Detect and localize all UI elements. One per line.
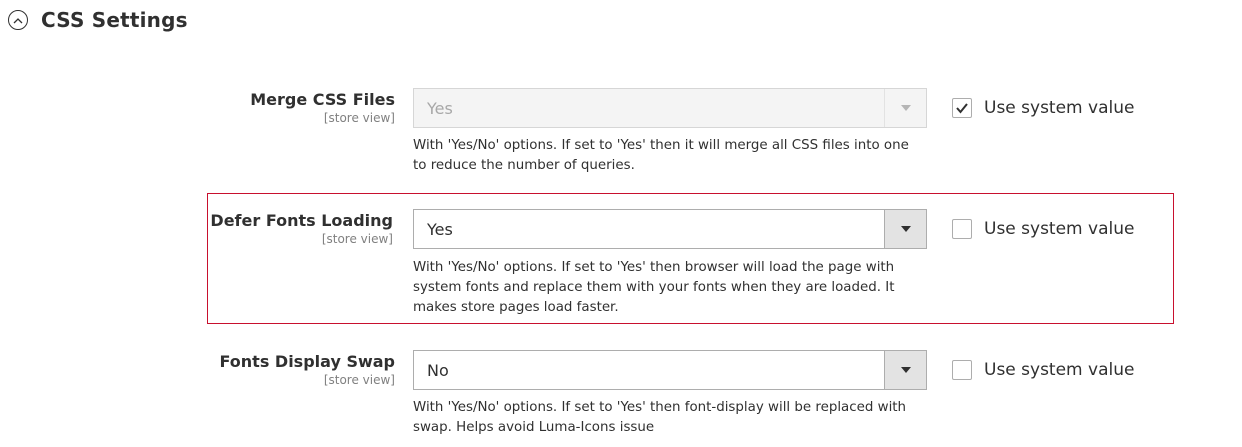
field-row-merge-css: Merge CSS Files [store view] Yes With 'Y… xyxy=(0,88,1242,183)
use-system-value-defer-fonts[interactable]: Use system value xyxy=(952,219,1134,239)
use-system-value-label: Use system value xyxy=(984,219,1135,239)
checkbox[interactable] xyxy=(952,360,972,380)
use-system-value-label: Use system value xyxy=(984,98,1135,118)
chevron-up-icon[interactable] xyxy=(8,10,28,30)
scope-label: [store view] xyxy=(323,373,395,387)
section-title: CSS Settings xyxy=(41,8,188,32)
scope-label: [store view] xyxy=(323,111,395,125)
checkbox[interactable] xyxy=(952,219,972,239)
checkbox[interactable] xyxy=(952,98,972,118)
field-row-fonts-display-swap: Fonts Display Swap [store view] No With … xyxy=(0,350,1242,447)
select-value: Yes xyxy=(427,98,453,118)
field-note: With 'Yes/No' options. If set to 'Yes' t… xyxy=(413,400,907,435)
field-label: Defer Fonts Loading xyxy=(210,211,393,230)
dropdown-arrow-icon xyxy=(884,210,926,248)
field-note: With 'Yes/No' options. If set to 'Yes' t… xyxy=(413,260,895,315)
field-label-block: Defer Fonts Loading [store view] xyxy=(133,211,393,246)
config-page: CSS Settings Merge CSS Files [store view… xyxy=(0,0,1242,447)
select-value: No xyxy=(427,360,449,380)
css-settings-section-header[interactable]: CSS Settings xyxy=(8,8,188,32)
use-system-value-label: Use system value xyxy=(984,360,1135,380)
merge-css-select[interactable]: Yes xyxy=(413,88,927,128)
field-row-defer-fonts: Defer Fonts Loading [store view] Yes Wit… xyxy=(207,193,1174,324)
field-label: Merge CSS Files xyxy=(250,90,395,109)
dropdown-arrow-icon xyxy=(884,351,926,389)
select-value: Yes xyxy=(427,219,453,239)
use-system-value-fonts-display-swap[interactable]: Use system value xyxy=(952,360,1134,380)
field-label-block: Fonts Display Swap [store view] xyxy=(135,352,396,387)
use-system-value-merge-css[interactable]: Use system value xyxy=(952,98,1134,118)
field-label: Fonts Display Swap xyxy=(219,352,396,371)
field-label-block: Merge CSS Files [store view] xyxy=(135,90,395,125)
scope-label: [store view] xyxy=(321,232,393,246)
field-note: With 'Yes/No' options. If set to 'Yes' t… xyxy=(413,138,909,173)
dropdown-arrow-icon xyxy=(884,89,926,127)
fonts-display-swap-select[interactable]: No xyxy=(413,350,927,390)
defer-fonts-select[interactable]: Yes xyxy=(413,209,927,249)
